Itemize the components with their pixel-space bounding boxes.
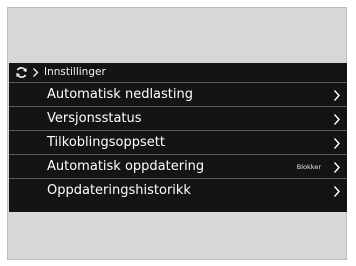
chevron-right-icon xyxy=(333,138,340,149)
divider xyxy=(9,106,347,107)
menu-item-label: Versjonsstatus xyxy=(47,111,142,126)
header-bar: Innstillinger xyxy=(9,63,347,82)
menu-item-automatisk-oppdatering[interactable]: Automatisk oppdatering Blokker xyxy=(9,156,347,178)
settings-panel: Innstillinger Automatisk nedlasting Vers… xyxy=(9,63,347,212)
menu-item-label: Tilkoblingsoppsett xyxy=(47,135,165,150)
menu-item-label: Oppdateringshistorikk xyxy=(47,183,191,198)
divider xyxy=(9,178,347,179)
menu-item-automatisk-nedlasting[interactable]: Automatisk nedlasting xyxy=(9,84,347,106)
menu-item-value: Blokker xyxy=(296,163,321,171)
refresh-icon[interactable] xyxy=(15,66,28,79)
menu-item-label: Automatisk nedlasting xyxy=(47,87,193,102)
menu-item-versjonsstatus[interactable]: Versjonsstatus xyxy=(9,108,347,130)
divider xyxy=(9,82,347,83)
breadcrumb: Innstillinger xyxy=(44,66,106,78)
menu-item-label: Automatisk oppdatering xyxy=(47,159,205,174)
chevron-right-icon xyxy=(333,162,340,173)
menu-item-oppdateringshistorikk[interactable]: Oppdateringshistorikk xyxy=(9,180,347,202)
divider xyxy=(9,154,347,155)
menu-item-tilkoblingsoppsett[interactable]: Tilkoblingsoppsett xyxy=(9,132,347,154)
chevron-right-icon xyxy=(333,90,340,101)
chevron-right-icon xyxy=(333,186,340,197)
chevron-right-icon xyxy=(333,114,340,125)
divider xyxy=(9,130,347,131)
chevron-right-icon xyxy=(33,68,39,77)
